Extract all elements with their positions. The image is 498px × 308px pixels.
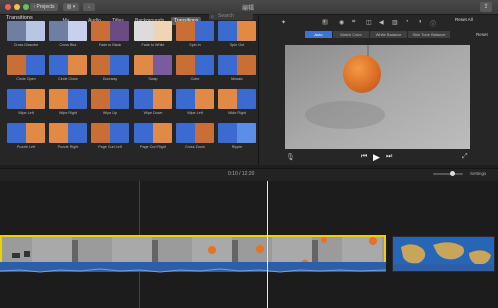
video-frame [285, 45, 470, 149]
transition-label: Cube [190, 77, 200, 81]
transition-label: Fade to White [141, 43, 165, 47]
transition-label: Wipe Down [143, 111, 163, 115]
transition-label: Wipe Up [102, 111, 118, 115]
transition-thumb-circle-open[interactable] [7, 55, 45, 75]
settings-button[interactable]: Settings [470, 171, 486, 176]
reset-button[interactable]: Reset [476, 32, 488, 37]
transition-thumb-cross-zoom[interactable] [176, 123, 214, 143]
transition-label: Page Curl Right [139, 145, 167, 149]
search-icon: ⌕ [211, 14, 214, 20]
reset-all-button[interactable]: Reset All [455, 17, 473, 22]
noise-reduction-icon[interactable]: ▥ [392, 19, 398, 26]
video-preview[interactable] [285, 45, 470, 149]
zoom-window-icon[interactable] [23, 4, 29, 10]
transition-label: Wipe Left [18, 111, 34, 115]
transition-label: Wipe Left [187, 111, 203, 115]
orange-ball [343, 55, 381, 93]
magic-wand-icon[interactable]: ✦ [281, 19, 286, 26]
transition-label: Circle Open [16, 77, 36, 81]
window-title: 编辑 [241, 6, 254, 12]
transition-thumb-page-curl-left[interactable] [91, 123, 129, 143]
transition-thumb-puzzle-left[interactable] [7, 123, 45, 143]
transition-label: Mosaic [231, 77, 243, 81]
skip-back-icon[interactable]: ⏮ [361, 153, 367, 161]
transition-label: Cross Zoom [184, 145, 206, 149]
transition-thumb-cube[interactable] [176, 55, 214, 75]
download-button[interactable]: ↓ [83, 3, 95, 11]
playback-controls: 🎙 ⏮ ▶ ⏭ ⤢ [258, 152, 498, 164]
playhead[interactable] [267, 181, 268, 308]
color-balance-icon[interactable]: ◐ [322, 19, 328, 25]
share-button[interactable]: ⇪ [480, 2, 492, 12]
transition-thumb-wipe-left[interactable] [176, 89, 214, 109]
transition-thumb-puzzle-right[interactable] [49, 123, 87, 143]
transition-thumb-ripple[interactable] [218, 123, 256, 143]
transition-thumb-fade-to-white[interactable] [134, 21, 172, 41]
transition-thumb-spin-in[interactable] [176, 21, 214, 41]
minimize-window-icon[interactable] [14, 4, 20, 10]
clip-audio-waveform[interactable] [0, 262, 387, 273]
transition-label: Wide Right [227, 111, 247, 115]
video-clip-map[interactable] [392, 236, 495, 272]
transition-label: Puzzle Left [16, 145, 36, 149]
skip-forward-icon[interactable]: ⏭ [386, 153, 392, 161]
transition-thumb-swap[interactable] [134, 55, 172, 75]
transition-label: Circle Close [58, 77, 78, 81]
transition-thumb-fade-to-black[interactable] [91, 21, 129, 41]
transition-label: Spin In [189, 43, 201, 47]
transition-thumb-wipe-down[interactable] [134, 89, 172, 109]
speed-icon[interactable]: ◔ [405, 19, 409, 25]
transition-thumb-page-curl-right[interactable] [134, 123, 172, 143]
transition-label: Page Curl Left [98, 145, 122, 149]
tab-auto[interactable]: Auto [305, 31, 332, 38]
transition-thumb-doorway[interactable] [91, 55, 129, 75]
transition-label: Fade to Black [98, 43, 122, 47]
transition-label: Spin Out [229, 43, 245, 47]
stabilization-icon[interactable]: ◫ [366, 19, 372, 26]
play-icon[interactable]: ▶ [373, 152, 380, 163]
color-correction-icon[interactable]: ◉ [339, 19, 344, 26]
transition-label: Cross Blur [59, 43, 77, 47]
transition-thumb-wipe-right[interactable] [49, 89, 87, 109]
volume-icon[interactable]: ◀ [379, 19, 384, 26]
transition-thumb-spin-out[interactable] [218, 21, 256, 41]
info-icon[interactable]: ⓘ [430, 19, 436, 28]
transition-thumb-circle-close[interactable] [49, 55, 87, 75]
map-thumbnail [393, 237, 494, 271]
transition-thumb-cross-dissolve[interactable] [7, 21, 45, 41]
transition-label: Wipe Right [58, 111, 78, 115]
transition-thumb-cross-blur[interactable] [49, 21, 87, 41]
filter-icon[interactable]: ◑ [418, 19, 422, 25]
projects-label: Projects [36, 4, 55, 10]
timecode: 0:10 / 12:20 [228, 171, 255, 177]
tab-skin-tone-balance[interactable]: Skin Tone Balance [408, 31, 450, 38]
transition-thumb-wipe-up[interactable] [91, 89, 129, 109]
search-input[interactable]: ⌕ Search [209, 12, 253, 20]
zoom-slider-knob[interactable] [450, 171, 455, 176]
transition-label: Puzzle Right [57, 145, 79, 149]
search-placeholder: Search [218, 13, 234, 19]
transition-label: Cross Dissolve [13, 43, 39, 47]
crop-icon[interactable]: ⌗ [352, 19, 355, 26]
transition-label: Doorway [102, 77, 118, 81]
tab-white-balance[interactable]: White Balance [370, 31, 407, 38]
projects-button[interactable]: ‹ Projects [30, 3, 58, 11]
audio-waveform [0, 268, 387, 273]
library-toggle-button[interactable]: ▥ ▾ [63, 3, 79, 11]
transition-thumb-wipe-left[interactable] [7, 89, 45, 109]
transition-label: Swap [148, 77, 158, 81]
tab-match-color[interactable]: Match Color [333, 31, 369, 38]
zoom-slider[interactable] [433, 173, 463, 175]
transition-thumb-wide-right[interactable] [218, 89, 256, 109]
transition-thumb-mosaic[interactable] [218, 55, 256, 75]
close-window-icon[interactable] [5, 4, 11, 10]
microphone-icon[interactable]: 🎙 [286, 153, 295, 161]
fullscreen-icon[interactable]: ⤢ [462, 153, 468, 161]
transition-label: Ripple [231, 145, 243, 149]
